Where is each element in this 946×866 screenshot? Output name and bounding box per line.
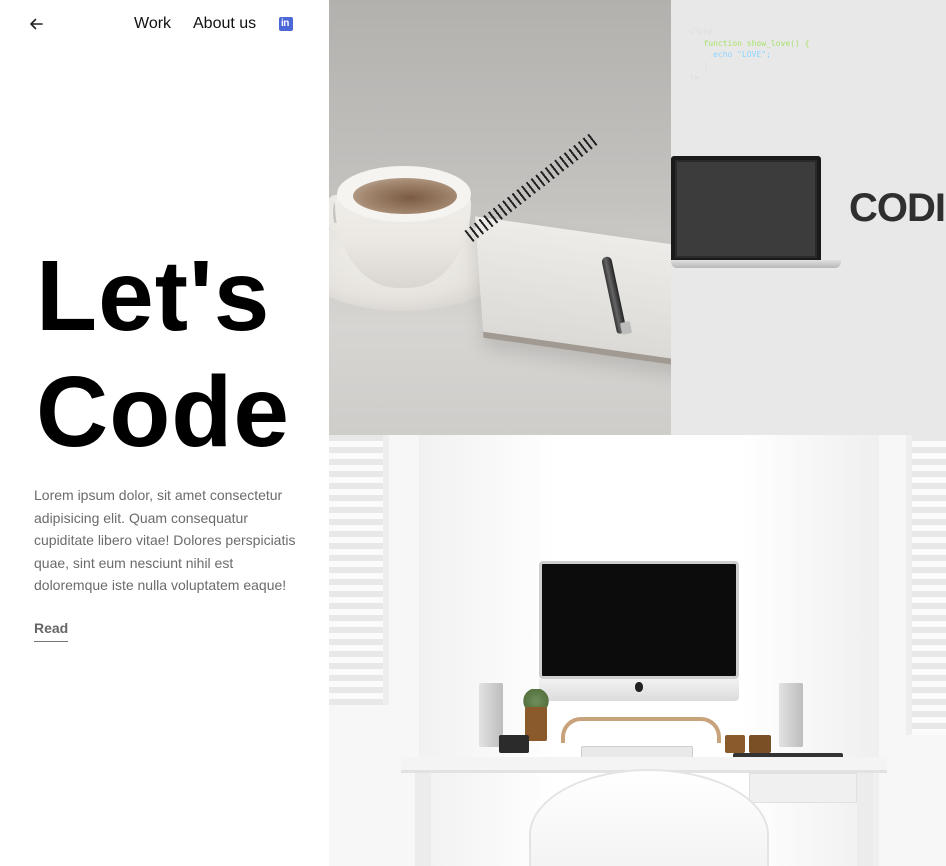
nav-link-work[interactable]: Work [134,15,171,33]
coding-word-text: CODI [849,186,946,230]
coffee-liquid-shape [353,178,457,214]
back-button[interactable] [26,14,46,34]
pencil-holder-shape [749,735,771,753]
desk-workspace-photo [329,435,946,866]
cup-holder-shape [725,735,745,753]
desk-leg-right [857,773,873,866]
laptop-screen [677,162,815,256]
window-blinds-left [329,435,389,705]
coffee-notebook-photo [329,0,671,435]
read-link[interactable]: Read [34,620,69,642]
laptop-base-shape [671,260,841,268]
nav-link-about-us[interactable]: About us [193,15,256,33]
hero-title-line-1: Let's [36,240,271,352]
code-line-3: echo "LOVE"; [713,50,771,59]
monitor-stand-shape [561,717,721,743]
code-line-4: } [703,61,709,71]
pen-tip-shape [619,321,633,335]
top-nav: Work About us in [0,0,329,50]
code-snippet: <?php function show_love() { echo "LOVE"… [689,26,809,84]
monitor-shape [539,561,739,679]
code-line-1: <?php [689,27,714,36]
hero-description: Lorem ipsum dolor, sit amet consectetur … [34,487,296,593]
left-panel: Work About us in Let's Code Lorem ipsum … [0,0,329,866]
linkedin-icon[interactable]: in [279,17,293,31]
code-line-5: ?> [689,73,699,82]
hero-title: Let's Code [36,238,290,470]
linkedin-icon-text: in [281,18,289,29]
laptop-shape [671,156,821,262]
arrow-left-icon [30,18,43,30]
apple-logo-icon [635,682,643,692]
coding-laptop-photo: <?php function show_love() { echo "LOVE"… [671,0,946,435]
speaker-right-shape [779,683,803,747]
code-line-2: function show_love() { [703,38,810,48]
desk-leg-left [415,773,431,866]
hero-title-line-2: Code [36,356,290,468]
coaster-shape [499,735,529,753]
notebook-shape [475,216,671,368]
window-blinds-right [906,435,946,735]
desk-drawer-shape [749,773,857,803]
